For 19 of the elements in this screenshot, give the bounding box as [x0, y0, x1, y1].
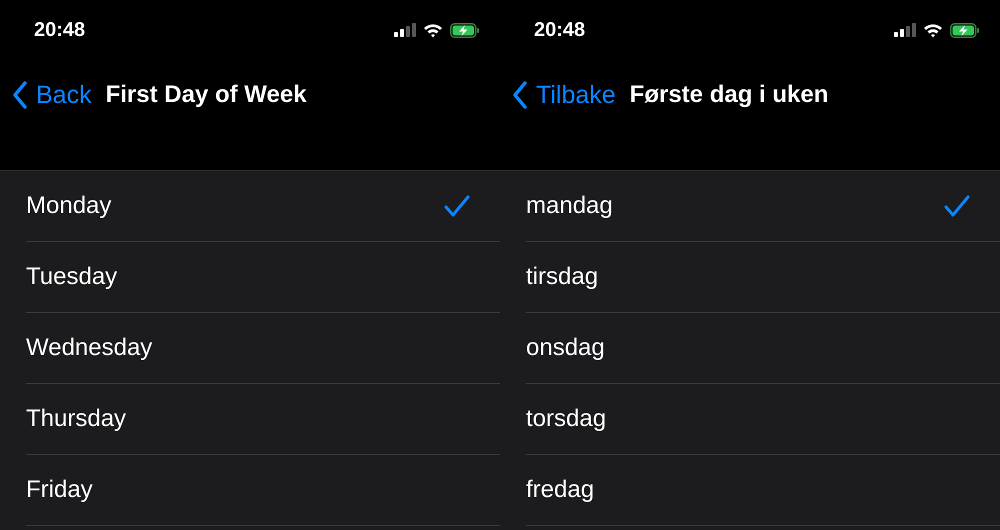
- back-button[interactable]: Tilbake: [512, 80, 616, 110]
- weekday-option[interactable]: tirsdag: [526, 242, 1000, 313]
- weekday-option[interactable]: mandag: [526, 171, 1000, 242]
- wifi-icon: [423, 22, 443, 38]
- status-time: 20:48: [534, 18, 586, 42]
- status-time: 20:48: [34, 18, 86, 42]
- chevron-left-icon: [12, 81, 28, 109]
- signal-icon: [894, 23, 916, 37]
- signal-icon: [394, 23, 416, 37]
- weekday-option[interactable]: torsdag: [526, 384, 1000, 455]
- screen-title: First Day of Week: [106, 81, 307, 109]
- back-button[interactable]: Back: [12, 80, 92, 110]
- weekday-option[interactable]: onsdag: [526, 313, 1000, 384]
- battery-charging-icon: [950, 22, 980, 38]
- chevron-left-icon: [512, 81, 528, 109]
- wifi-icon: [923, 22, 943, 38]
- battery-charging-icon: [450, 22, 480, 38]
- screen-title: Første dag i uken: [630, 81, 828, 109]
- weekday-option[interactable]: fredag: [526, 455, 1000, 526]
